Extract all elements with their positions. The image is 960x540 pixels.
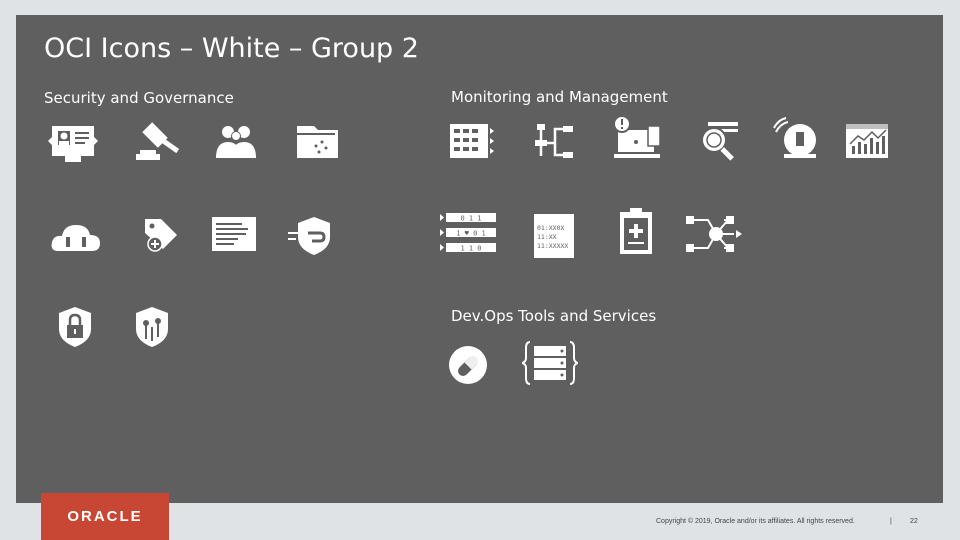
page-number: 22 <box>910 518 918 525</box>
folder-icon <box>292 116 348 166</box>
gavel-icon <box>130 116 186 166</box>
log-line-3: 11:XXXXX <box>537 242 568 250</box>
pill-icon <box>444 340 500 390</box>
network-hub-icon <box>686 210 746 260</box>
server-braces-icon <box>522 338 578 388</box>
binary-stream-icon: 0 1 1 1 ♥ 0 1 1 1 0 <box>440 208 500 258</box>
document-icon <box>206 211 262 261</box>
oracle-logo-text: ORACLE <box>67 508 143 525</box>
copyright-text: Copyright © 2019, Oracle and/or its affi… <box>656 518 855 525</box>
tag-icon <box>135 213 191 263</box>
footer-separator: | <box>890 518 892 525</box>
search-report-icon <box>696 116 752 166</box>
log-document-icon: 01:XX0X 11:XX 11:XXXXX <box>528 210 584 260</box>
log-line-2: 11:XX <box>537 233 557 241</box>
chart-monitor-icon <box>842 116 898 166</box>
id-card-icon <box>45 116 101 166</box>
oracle-logo: ORACLE <box>41 493 169 540</box>
alarm-bell-icon <box>770 114 826 164</box>
shield-icon <box>284 211 340 261</box>
users-icon <box>208 116 264 166</box>
log-line-1: 01:XX0X <box>537 224 564 232</box>
section-devops-tools: Dev.Ops Tools and Services <box>451 307 657 325</box>
workflow-icon <box>527 116 583 166</box>
lock-icon <box>47 303 103 353</box>
dashboard-list-icon <box>444 116 500 166</box>
section-security-governance: Security and Governance <box>44 89 234 107</box>
slide-title: OCI Icons – White – Group 2 <box>44 33 419 64</box>
cloud-icon <box>48 213 104 263</box>
binary-row-2: 1 ♥ 0 1 <box>456 230 486 238</box>
shield-keys-icon <box>124 303 180 353</box>
section-monitoring-management: Monitoring and Management <box>451 88 668 106</box>
binary-row-3: 1 1 0 <box>460 245 481 253</box>
health-clipboard-icon <box>610 206 666 256</box>
alert-laptop-icon <box>610 114 666 164</box>
binary-row-1: 0 1 1 <box>460 215 481 223</box>
